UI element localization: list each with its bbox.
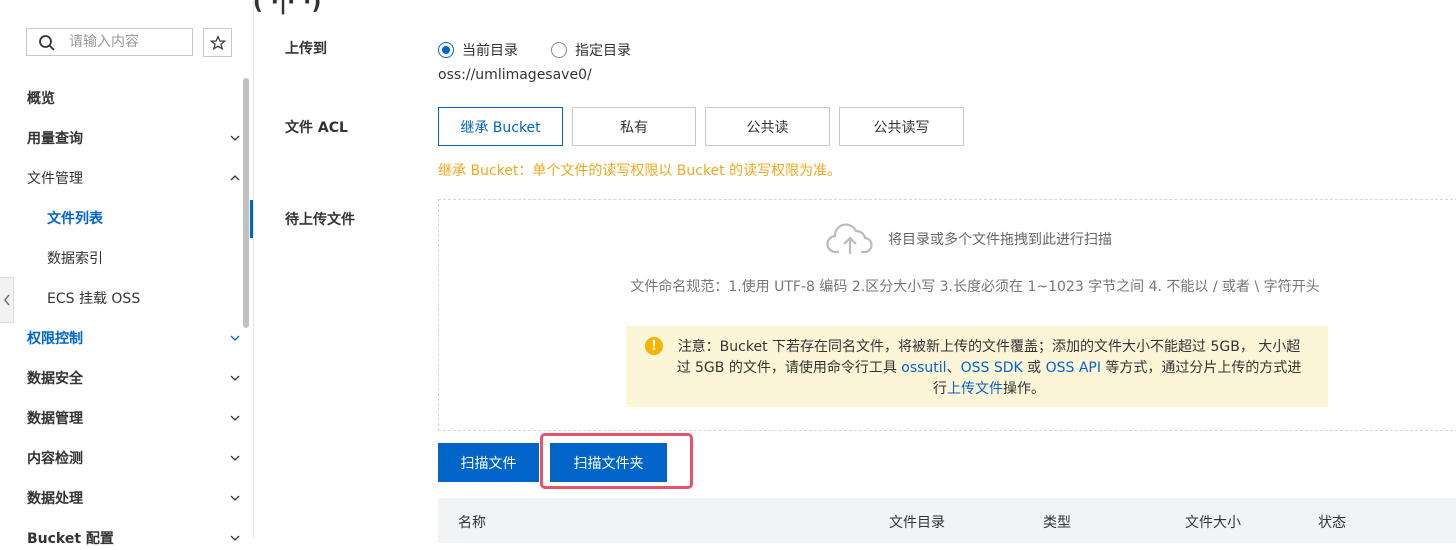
notice-sep: 、 [946, 360, 961, 376]
sidebar-item-overview[interactable]: 概览 [27, 86, 241, 110]
radio-dot [438, 42, 454, 58]
chevron-left-icon [3, 294, 10, 306]
search-input[interactable] [69, 32, 187, 52]
upload-to-label: 上传到 [285, 41, 327, 57]
chevron-up-icon [230, 175, 240, 181]
chevron-down-icon [230, 495, 240, 501]
notice-sep: 或 [1022, 360, 1046, 376]
cloud-upload-icon [826, 223, 873, 254]
sidebar-item-label: 文件列表 [47, 211, 103, 227]
sidebar-item-data-processing[interactable]: 数据处理 [27, 486, 241, 510]
oss-api-link[interactable]: OSS API [1046, 360, 1101, 376]
search-icon [39, 35, 55, 51]
acl-hint: 继承 Bucket：单个文件的读写权限以 Bucket 的读写权限为准。 [438, 163, 842, 179]
chevron-down-icon [230, 455, 240, 461]
sidebar-item-content-moderation[interactable]: 内容检测 [27, 446, 241, 470]
acl-private-button[interactable]: 私有 [572, 107, 696, 146]
scan-files-button[interactable]: 扫描文件 [438, 443, 539, 482]
naming-rule: 文件命名规范：1.使用 UTF-8 编码 2.区分大小写 3.长度必须在 1~1… [630, 279, 1320, 295]
sidebar-item-data-security[interactable]: 数据安全 [27, 366, 241, 390]
upload-notice: ! 注意：Bucket 下若存在同名文件，将被新上传的文件覆盖；添加的文件大小不… [626, 326, 1328, 407]
sidebar-item-access-control[interactable]: 权限控制 [27, 326, 241, 350]
sidebar-item-label: 权限控制 [27, 331, 83, 347]
radio-label: 当前目录 [462, 43, 518, 59]
pending-files-label: 待上传文件 [285, 212, 355, 228]
notice-text: 注意：Bucket 下若存在同名文件，将被新上传的文件覆盖；添加的文件大小不能超… [674, 337, 1304, 400]
sidebar-scrollbar[interactable] [243, 78, 249, 328]
chevron-down-icon [230, 135, 240, 141]
sidebar: 概览 用量查询 文件管理 文件列表 数据索引 ECS 挂载 OSS 权限控制 数… [0, 0, 254, 547]
sidebar-item-label: 概览 [27, 91, 55, 107]
sidebar-item-label: Bucket 配置 [27, 531, 114, 547]
upload-path: oss://umlimagesave0/ [438, 67, 592, 83]
column-size: 文件大小 [1185, 515, 1241, 531]
upload-table-header: 名称 文件目录 类型 文件大小 状态 [438, 498, 1456, 543]
highlight-box [540, 433, 693, 489]
acl-public-read-write-button[interactable]: 公共读写 [839, 107, 964, 146]
radio-dot [551, 42, 567, 58]
acl-public-read-button[interactable]: 公共读 [705, 107, 830, 146]
ossutil-link[interactable]: ossutil [901, 360, 946, 376]
search-box[interactable] [26, 28, 193, 56]
favorite-button[interactable] [203, 28, 232, 57]
column-type: 类型 [1043, 515, 1071, 531]
sidebar-item-bucket-config[interactable]: Bucket 配置 [27, 526, 241, 550]
warning-icon: ! [645, 337, 663, 355]
file-acl-label: 文件 ACL [285, 120, 348, 136]
sidebar-item-data-management[interactable]: 数据管理 [27, 406, 241, 430]
acl-inherit-bucket-button[interactable]: 继承 Bucket [438, 107, 563, 146]
upload-file-link[interactable]: 上传文件 [947, 381, 1003, 397]
radio-specified-directory[interactable]: 指定目录 [551, 40, 631, 60]
column-status: 状态 [1318, 515, 1346, 531]
chevron-down-icon [230, 535, 240, 541]
sidebar-item-file-list[interactable]: 文件列表 [47, 206, 241, 230]
drop-text: 将目录或多个文件拖拽到此进行扫描 [888, 232, 1112, 248]
radio-label: 指定目录 [575, 43, 631, 59]
file-dropzone[interactable]: 将目录或多个文件拖拽到此进行扫描 文件命名规范：1.使用 UTF-8 编码 2.… [438, 199, 1456, 431]
sidebar-item-label: 数据管理 [27, 411, 83, 427]
sidebar-item-label: 文件管理 [27, 171, 83, 187]
oss-sdk-link[interactable]: OSS SDK [961, 360, 1023, 376]
sidebar-item-ecs-mount-oss[interactable]: ECS 挂载 OSS [47, 286, 241, 310]
sidebar-item-label: ECS 挂载 OSS [47, 291, 141, 307]
chevron-down-icon [230, 335, 240, 341]
sidebar-item-label: 内容检测 [27, 451, 83, 467]
sidebar-item-label: 用量查询 [27, 131, 83, 147]
sidebar-item-label: 数据索引 [47, 251, 103, 267]
sidebar-collapse-button[interactable] [0, 277, 14, 323]
column-directory: 文件目录 [889, 515, 945, 531]
sidebar-item-label: 数据处理 [27, 491, 83, 507]
sidebar-item-data-index[interactable]: 数据索引 [47, 246, 241, 270]
sidebar-item-label: 数据安全 [27, 371, 83, 387]
notice-text-part: 操作。 [1003, 381, 1045, 397]
sidebar-item-usage[interactable]: 用量查询 [27, 126, 241, 150]
drop-prompt: 将目录或多个文件拖拽到此进行扫描 [826, 222, 1112, 256]
active-indicator [250, 200, 253, 238]
sidebar-item-file-management[interactable]: 文件管理 [27, 166, 241, 190]
chevron-down-icon [230, 415, 240, 421]
star-icon [209, 34, 226, 50]
radio-current-directory[interactable]: 当前目录 [438, 40, 518, 60]
column-name: 名称 [458, 515, 486, 531]
chevron-down-icon [230, 375, 240, 381]
